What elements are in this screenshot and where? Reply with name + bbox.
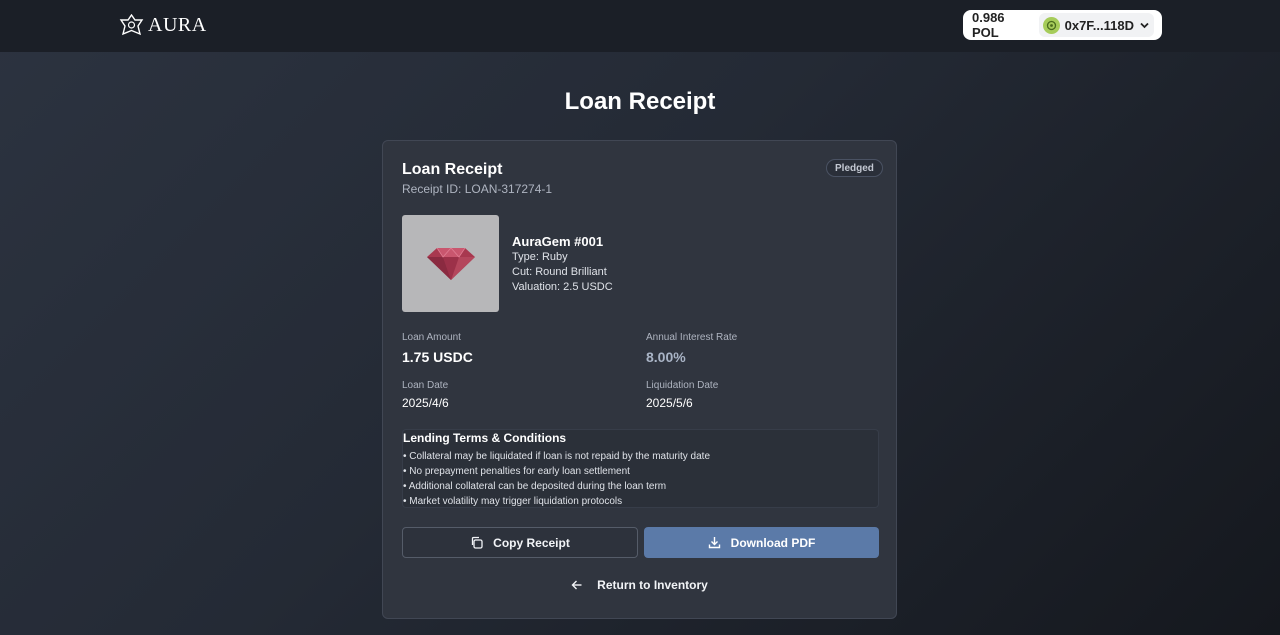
loan-receipt-card: Loan Receipt Receipt ID: LOAN-317274-1 P… bbox=[382, 140, 897, 619]
terms-item: • No prepayment penalties for early loan… bbox=[403, 466, 630, 477]
gem-image bbox=[402, 215, 499, 312]
download-icon bbox=[708, 536, 721, 549]
interest-rate-label: Annual Interest Rate bbox=[646, 332, 738, 343]
wallet-widget[interactable]: 0.986 POL 0x7F...118D bbox=[963, 10, 1162, 40]
brand-logo[interactable]: AURA bbox=[119, 13, 207, 37]
aura-logo-icon bbox=[119, 14, 144, 36]
receipt-id: Receipt ID: LOAN-317274-1 bbox=[402, 182, 553, 196]
chevron-down-icon bbox=[1139, 20, 1150, 31]
loan-date-value: 2025/4/6 bbox=[402, 396, 449, 410]
return-label: Return to Inventory bbox=[597, 578, 708, 592]
liquidation-date-value: 2025/5/6 bbox=[646, 396, 693, 410]
return-to-inventory-link[interactable]: Return to Inventory bbox=[383, 578, 896, 592]
interest-rate-value: 8.00% bbox=[646, 349, 686, 365]
liquidation-date-label: Liquidation Date bbox=[646, 380, 719, 391]
loan-date-label: Loan Date bbox=[402, 380, 449, 391]
gem-type: Type: Ruby bbox=[512, 251, 568, 263]
gem-name: AuraGem #001 bbox=[512, 234, 604, 249]
terms-item: • Market volatility may trigger liquidat… bbox=[403, 496, 623, 507]
loan-amount-value: 1.75 USDC bbox=[402, 349, 473, 365]
brand-name: AURA bbox=[148, 13, 207, 36]
terms-item: • Additional collateral can be deposited… bbox=[403, 481, 667, 492]
top-navbar: AURA 0.986 POL 0x7F...118D bbox=[0, 0, 1280, 52]
gem-valuation: Valuation: 2.5 USDC bbox=[512, 281, 613, 293]
wallet-avatar-icon bbox=[1042, 16, 1060, 34]
copy-icon bbox=[470, 536, 483, 549]
terms-item: • Collateral may be liquidated if loan i… bbox=[403, 451, 711, 462]
loan-amount-label: Loan Amount bbox=[402, 332, 461, 343]
card-title: Loan Receipt bbox=[402, 161, 503, 178]
gem-cut: Cut: Round Brilliant bbox=[512, 266, 607, 278]
terms-panel: Lending Terms & Conditions • Collateral … bbox=[402, 429, 879, 508]
download-pdf-label: Download PDF bbox=[730, 535, 816, 550]
status-badge: Pledged bbox=[826, 159, 883, 177]
wallet-balance: 0.986 POL bbox=[972, 10, 1005, 40]
page-title: Loan Receipt bbox=[564, 88, 716, 115]
copy-receipt-button[interactable]: Copy Receipt bbox=[402, 527, 638, 558]
download-pdf-button[interactable]: Download PDF bbox=[644, 527, 879, 558]
wallet-address: 0x7F...118D bbox=[1064, 17, 1134, 33]
arrow-left-icon bbox=[571, 579, 583, 591]
account-selector[interactable]: 0x7F...118D bbox=[1038, 13, 1154, 37]
copy-receipt-label: Copy Receipt bbox=[493, 535, 570, 550]
ruby-gem-icon bbox=[426, 246, 475, 280]
terms-title: Lending Terms & Conditions bbox=[403, 431, 567, 445]
